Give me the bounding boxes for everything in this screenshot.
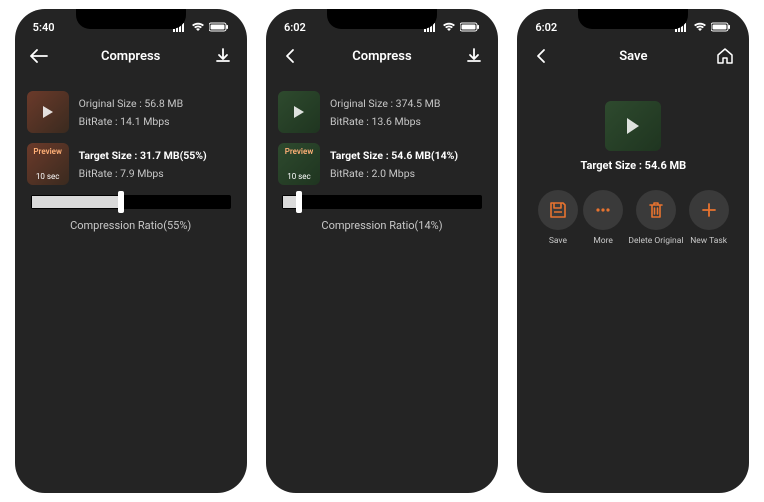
wifi-icon xyxy=(693,22,707,32)
nav-bar: Save xyxy=(517,39,749,73)
original-bitrate-label: BitRate : 13.6 Mbps xyxy=(330,115,440,128)
save-circle xyxy=(538,190,578,230)
battery-icon xyxy=(711,22,731,32)
download-button[interactable] xyxy=(213,46,233,66)
phone-screen-1: 5:40 Compress Original Size : 56.8 MB Bi… xyxy=(15,9,247,493)
preview-label: Preview xyxy=(278,147,320,156)
more-button[interactable]: More xyxy=(583,190,623,246)
chevron-left-icon xyxy=(284,48,296,64)
delete-circle xyxy=(636,190,676,230)
original-thumbnail[interactable] xyxy=(27,91,69,133)
play-icon xyxy=(627,118,639,134)
slider-track xyxy=(282,195,482,209)
status-time: 6:02 xyxy=(284,21,306,34)
battery-icon xyxy=(209,22,229,32)
status-time: 6:02 xyxy=(535,21,557,34)
preview-label: Preview xyxy=(27,147,69,156)
action-row: Save More Delete Original New Task xyxy=(529,190,737,246)
plus-icon xyxy=(699,200,719,220)
play-icon xyxy=(294,106,304,118)
original-video-row: Original Size : 374.5 MB BitRate : 13.6 … xyxy=(278,91,486,133)
chevron-left-icon xyxy=(535,48,547,64)
back-button[interactable] xyxy=(531,46,551,66)
back-button[interactable] xyxy=(280,46,300,66)
new-task-label: New Task xyxy=(690,236,727,246)
target-thumbnail[interactable]: Preview 10 sec xyxy=(278,143,320,185)
target-info: Target Size : 54.6 MB(14%) BitRate : 2.0… xyxy=(330,149,458,180)
save-button[interactable]: Save xyxy=(538,190,578,246)
saved-video-thumbnail[interactable] xyxy=(605,101,661,151)
original-bitrate-label: BitRate : 14.1 Mbps xyxy=(79,115,183,128)
save-target-size-label: Target Size : 54.6 MB xyxy=(529,159,737,172)
delete-label: Delete Original xyxy=(628,236,683,246)
target-bitrate-label: BitRate : 7.9 Mbps xyxy=(79,167,207,180)
nav-bar: Compress xyxy=(266,39,498,73)
more-label: More xyxy=(593,236,613,246)
target-thumbnail[interactable]: Preview 10 sec xyxy=(27,143,69,185)
preview-seconds: 10 sec xyxy=(27,172,69,181)
slider-fill xyxy=(32,196,121,208)
original-size-label: Original Size : 56.8 MB xyxy=(79,97,183,110)
save-icon xyxy=(548,200,568,220)
compression-slider[interactable] xyxy=(278,195,486,209)
download-button[interactable] xyxy=(464,46,484,66)
more-icon xyxy=(593,200,613,220)
original-size-label: Original Size : 374.5 MB xyxy=(330,97,440,110)
play-icon xyxy=(43,106,53,118)
download-icon xyxy=(466,48,482,64)
phone-screen-3: 6:02 Save Target Size : 54.6 MB Save xyxy=(517,9,749,493)
nav-bar: Compress xyxy=(15,39,247,73)
notch xyxy=(578,9,688,29)
trash-icon xyxy=(646,200,666,220)
back-button[interactable] xyxy=(29,46,49,66)
content-area: Original Size : 374.5 MB BitRate : 13.6 … xyxy=(266,73,498,232)
download-icon xyxy=(215,48,231,64)
notch xyxy=(327,9,437,29)
page-title: Compress xyxy=(300,49,464,64)
target-video-row: Preview 10 sec Target Size : 31.7 MB(55%… xyxy=(27,143,235,185)
status-time: 5:40 xyxy=(33,21,55,34)
target-bitrate-label: BitRate : 2.0 Mbps xyxy=(330,167,458,180)
original-thumbnail[interactable] xyxy=(278,91,320,133)
home-button[interactable] xyxy=(715,46,735,66)
new-task-button[interactable]: New Task xyxy=(689,190,729,246)
target-info: Target Size : 31.7 MB(55%) BitRate : 7.9… xyxy=(79,149,207,180)
notch xyxy=(76,9,186,29)
battery-icon xyxy=(460,22,480,32)
target-size-label: Target Size : 54.6 MB(14%) xyxy=(330,149,458,162)
page-title: Save xyxy=(551,49,715,64)
save-label: Save xyxy=(549,236,567,246)
wifi-icon xyxy=(191,22,205,32)
compression-ratio-label: Compression Ratio(55%) xyxy=(27,219,235,232)
target-size-label: Target Size : 31.7 MB(55%) xyxy=(79,149,207,162)
compression-slider[interactable] xyxy=(27,195,235,209)
page-title: Compress xyxy=(49,49,213,64)
content-area: Original Size : 56.8 MB BitRate : 14.1 M… xyxy=(15,73,247,232)
compression-ratio-label: Compression Ratio(14%) xyxy=(278,219,486,232)
original-info: Original Size : 56.8 MB BitRate : 14.1 M… xyxy=(79,97,183,128)
slider-thumb[interactable] xyxy=(296,191,302,213)
new-task-circle xyxy=(689,190,729,230)
original-video-row: Original Size : 56.8 MB BitRate : 14.1 M… xyxy=(27,91,235,133)
target-video-row: Preview 10 sec Target Size : 54.6 MB(14%… xyxy=(278,143,486,185)
slider-thumb[interactable] xyxy=(118,191,124,213)
arrow-left-icon xyxy=(30,49,48,63)
phone-screen-2: 6:02 Compress Original Size : 374.5 MB B… xyxy=(266,9,498,493)
content-area: Target Size : 54.6 MB Save More Delete O… xyxy=(517,73,749,246)
slider-track xyxy=(31,195,231,209)
preview-seconds: 10 sec xyxy=(278,172,320,181)
wifi-icon xyxy=(442,22,456,32)
home-icon xyxy=(716,48,734,64)
delete-original-button[interactable]: Delete Original xyxy=(628,190,683,246)
more-circle xyxy=(583,190,623,230)
original-info: Original Size : 374.5 MB BitRate : 13.6 … xyxy=(330,97,440,128)
